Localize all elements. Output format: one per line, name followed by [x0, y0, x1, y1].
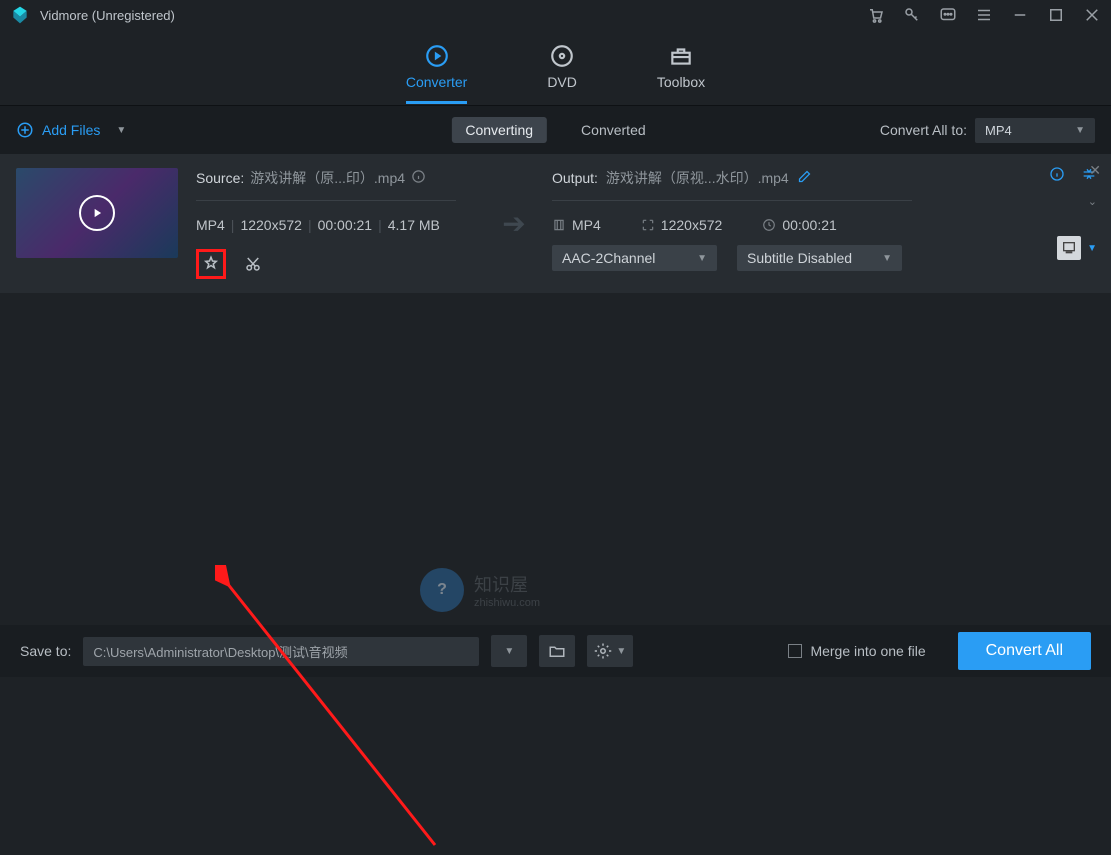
format-badge-icon — [1057, 236, 1081, 260]
expand-icon[interactable]: ⌄ — [1088, 195, 1097, 208]
convert-all-to-label: Convert All to: — [880, 122, 967, 138]
tab-converter[interactable]: Converter — [406, 38, 467, 98]
save-to-label: Save to: — [20, 643, 71, 659]
play-icon — [79, 195, 115, 231]
video-thumbnail[interactable] — [16, 168, 178, 258]
tab-toolbox-label: Toolbox — [657, 74, 705, 90]
output-format-button[interactable]: ▼ — [1057, 236, 1097, 260]
audio-select[interactable]: AAC-2Channel ▼ — [552, 245, 717, 271]
arrow-right-icon: ➔ — [494, 207, 534, 240]
annotation-arrow — [215, 565, 455, 855]
output-label: Output: — [552, 170, 598, 186]
tab-dvd[interactable]: DVD — [547, 38, 577, 98]
watermark-title: 知识屋 — [474, 571, 540, 597]
menu-icon[interactable] — [975, 6, 993, 24]
open-folder-button[interactable] — [539, 635, 575, 667]
toolbox-icon — [667, 42, 695, 70]
edit-effects-button[interactable] — [196, 249, 226, 279]
file-row: Source: 游戏讲解（原...印）.mp4 MP4| 1220x572| 0… — [0, 154, 1111, 293]
watermark-icon: ? — [420, 568, 464, 612]
chevron-down-icon: ▼ — [697, 253, 707, 264]
audio-select-value: AAC-2Channel — [562, 250, 655, 266]
output-format: MP4 — [572, 217, 601, 233]
tab-toolbox[interactable]: Toolbox — [657, 38, 705, 98]
convert-all-button[interactable]: Convert All — [958, 632, 1091, 670]
chevron-down-icon: ▼ — [882, 253, 892, 264]
merge-checkbox[interactable]: Merge into one file — [788, 643, 925, 659]
window-title: Vidmore (Unregistered) — [40, 8, 867, 23]
merge-label: Merge into one file — [810, 643, 925, 659]
app-logo-icon — [10, 5, 30, 25]
chevron-down-icon[interactable]: ▼ — [116, 125, 126, 136]
tab-converted[interactable]: Converted — [567, 117, 660, 143]
add-files-button[interactable]: Add Files ▼ — [16, 121, 126, 139]
output-resolution: 1220x572 — [661, 217, 723, 233]
minimize-icon[interactable] — [1011, 6, 1029, 24]
converter-icon — [423, 42, 451, 70]
chevron-down-icon: ▼ — [1087, 243, 1097, 254]
convert-all-to-value: MP4 — [985, 123, 1012, 138]
titlebar: Vidmore (Unregistered) — [0, 0, 1111, 30]
main-nav: Converter DVD Toolbox — [0, 30, 1111, 106]
source-filename: 游戏讲解（原...印）.mp4 — [250, 168, 405, 188]
close-icon[interactable] — [1083, 6, 1101, 24]
save-path-input[interactable] — [83, 637, 479, 666]
subtitle-select[interactable]: Subtitle Disabled ▼ — [737, 245, 902, 271]
tab-converter-label: Converter — [406, 74, 467, 90]
tab-converting[interactable]: Converting — [451, 117, 547, 143]
edit-name-icon[interactable] — [797, 169, 812, 187]
dvd-icon — [548, 42, 576, 70]
cart-icon[interactable] — [867, 6, 885, 24]
source-format: MP4 — [196, 217, 225, 233]
chevron-down-icon: ▼ — [1075, 125, 1085, 136]
empty-area: ? 知识屋 zhishiwu.com — [0, 293, 1111, 613]
source-duration: 00:00:21 — [318, 217, 373, 233]
cut-button[interactable] — [238, 249, 268, 279]
path-dropdown-button[interactable]: ▼ — [491, 635, 527, 667]
tab-dvd-label: DVD — [547, 74, 577, 90]
key-icon[interactable] — [903, 6, 921, 24]
subbar: Add Files ▼ Converting Converted Convert… — [0, 106, 1111, 154]
source-resolution: 1220x572 — [240, 217, 302, 233]
output-duration: 00:00:21 — [782, 217, 837, 233]
add-files-label: Add Files — [42, 122, 100, 138]
watermark: ? 知识屋 zhishiwu.com — [420, 568, 540, 612]
convert-all-to-select[interactable]: MP4 ▼ — [975, 118, 1095, 143]
settings-button[interactable]: ▼ — [587, 635, 633, 667]
remove-file-icon[interactable]: ✕ — [1089, 162, 1101, 179]
maximize-icon[interactable] — [1047, 6, 1065, 24]
checkbox-icon — [788, 644, 802, 658]
source-label: Source: — [196, 170, 244, 186]
bottom-bar: Save to: ▼ ▼ Merge into one file Convert… — [0, 625, 1111, 677]
subtitle-select-value: Subtitle Disabled — [747, 250, 852, 266]
source-size: 4.17 MB — [388, 217, 440, 233]
media-info-icon[interactable] — [1049, 166, 1065, 187]
feedback-icon[interactable] — [939, 6, 957, 24]
info-icon[interactable] — [411, 169, 426, 187]
output-filename: 游戏讲解（原视...水印）.mp4 — [606, 168, 789, 188]
watermark-url: zhishiwu.com — [474, 597, 540, 609]
